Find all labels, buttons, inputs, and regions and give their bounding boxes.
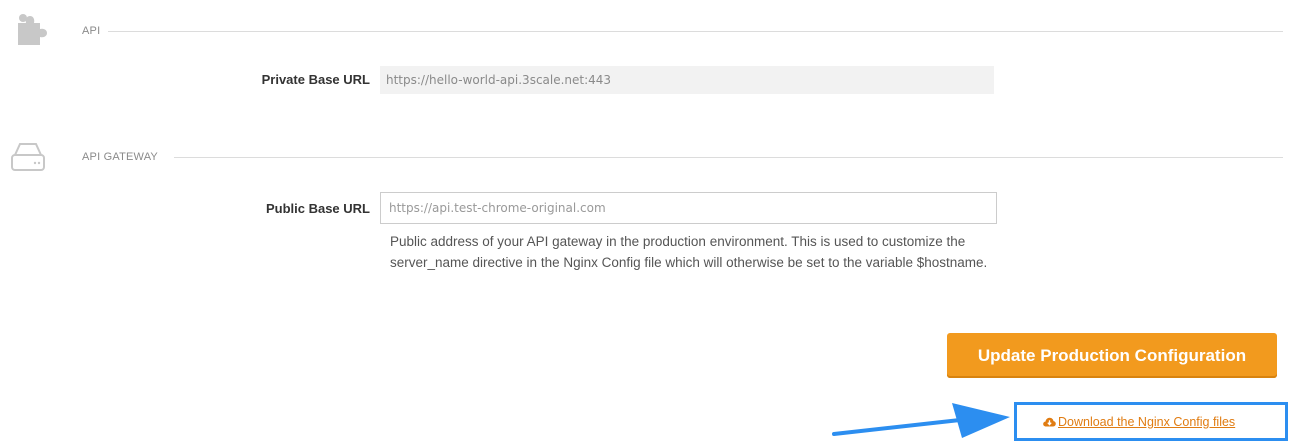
integration-settings-page: API Private Base URL https://hello-world…	[0, 0, 1289, 441]
private-base-url-text: https://hello-world-api.3scale.net:443	[386, 73, 612, 87]
download-nginx-config-link[interactable]: Download the Nginx Config files	[1043, 415, 1235, 429]
public-base-url-input[interactable]	[380, 192, 997, 224]
server-drive-icon	[11, 143, 45, 171]
private-base-url-label: Private Base URL	[261, 72, 370, 87]
highlight-arrow-icon	[832, 403, 1010, 438]
section-label-api-gateway: API GATEWAY	[82, 151, 158, 163]
update-production-configuration-button[interactable]: Update Production Configuration	[947, 333, 1277, 378]
cloud-download-icon	[1043, 417, 1056, 426]
section-divider	[108, 31, 1283, 32]
download-highlight-box: Download the Nginx Config files	[1014, 402, 1288, 441]
download-link-label: Download the Nginx Config files	[1058, 414, 1236, 429]
section-divider	[174, 157, 1283, 158]
section-label-api: API	[82, 25, 101, 37]
public-base-url-help: Public address of your API gateway in th…	[390, 234, 988, 270]
public-base-url-label: Public Base URL	[265, 201, 370, 216]
private-base-url-value: https://hello-world-api.3scale.net:443	[380, 66, 994, 94]
puzzle-piece-icon	[18, 14, 47, 45]
